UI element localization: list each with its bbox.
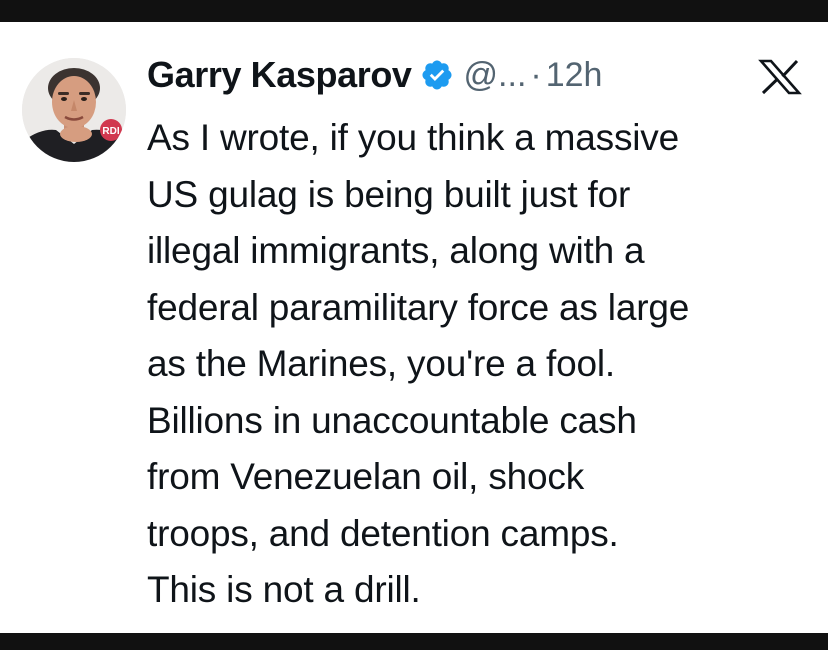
avatar[interactable]: RDI bbox=[22, 58, 126, 162]
timestamp[interactable]: 12h bbox=[546, 56, 603, 95]
tweet-text-line: This is not a drill. bbox=[147, 569, 421, 610]
avatar-badge-text: RDI bbox=[102, 126, 119, 137]
tweet-text-line: federal paramilitary force as large bbox=[147, 286, 690, 328]
verified-badge-icon[interactable] bbox=[420, 58, 454, 92]
meta-separator: · bbox=[530, 55, 542, 94]
tweet-header: Garry Kasparov @... · 12h bbox=[147, 54, 603, 96]
bottom-frame-bar bbox=[0, 633, 828, 650]
tweet-text-line: US gulag is being built just for bbox=[147, 173, 631, 215]
tweet-meta: @... · 12h bbox=[464, 56, 603, 95]
tweet-text-line: Billions in unaccountable cash bbox=[147, 399, 637, 441]
tweet-text-line: troops, and detention camps. bbox=[147, 512, 619, 554]
tweet-text-line: As I wrote, if you think a massive bbox=[147, 117, 679, 158]
handle[interactable]: @... bbox=[464, 56, 527, 95]
tweet-text: As I wrote, if you think a massive US gu… bbox=[147, 110, 817, 619]
top-frame-bar bbox=[0, 0, 828, 22]
display-name[interactable]: Garry Kasparov bbox=[147, 54, 412, 96]
x-logo-icon[interactable] bbox=[755, 59, 805, 95]
avatar-photo: RDI bbox=[22, 58, 126, 162]
tweet-text-line: illegal immigrants, along with a bbox=[147, 230, 645, 271]
tweet-text-line: as the Marines, you're a fool. bbox=[147, 343, 615, 384]
tweet-text-line: from Venezuelan oil, shock bbox=[147, 456, 584, 497]
